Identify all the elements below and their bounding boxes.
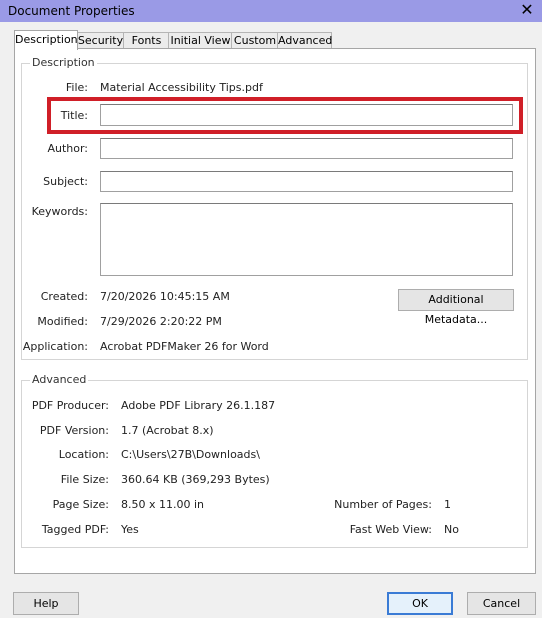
file-label: File: <box>65 81 88 94</box>
created-label: Created: <box>40 290 88 303</box>
fast-web-view-value: No <box>444 523 459 536</box>
application-value: Acrobat PDFMaker 26 for Word <box>100 340 269 353</box>
number-of-pages-label: Number of Pages: <box>334 498 432 511</box>
fast-web-view-label: Fast Web View: <box>349 523 432 536</box>
advanced-group-label: Advanced <box>30 373 89 386</box>
subject-label: Subject: <box>43 175 88 188</box>
help-button[interactable]: Help <box>13 592 79 615</box>
cancel-button[interactable]: Cancel <box>467 592 536 615</box>
description-group: Description File: Material Accessibility… <box>21 56 528 360</box>
keywords-field[interactable] <box>100 203 513 276</box>
keywords-label: Keywords: <box>31 205 88 218</box>
pdf-version-value: 1.7 (Acrobat 8.x) <box>121 424 214 437</box>
file-size-value: 360.64 KB (369,293 Bytes) <box>121 473 270 486</box>
tab-fonts[interactable]: Fonts <box>123 32 170 49</box>
tab-security[interactable]: Security <box>76 32 125 49</box>
window-title: Document Properties <box>8 4 135 18</box>
tagged-pdf-value: Yes <box>121 523 139 536</box>
location-label: Location: <box>58 448 109 461</box>
description-tab-panel: Description File: Material Accessibility… <box>14 48 536 574</box>
tagged-pdf-label: Tagged PDF: <box>41 523 109 536</box>
ok-button[interactable]: OK <box>387 592 453 615</box>
modified-label: Modified: <box>37 315 88 328</box>
tab-advanced[interactable]: Advanced <box>277 32 332 49</box>
file-value: Material Accessibility Tips.pdf <box>100 81 263 94</box>
pdf-version-label: PDF Version: <box>39 424 109 437</box>
modified-value: 7/29/2026 2:20:22 PM <box>100 315 222 328</box>
pdf-producer-value: Adobe PDF Library 26.1.187 <box>121 399 276 412</box>
tab-custom[interactable]: Custom <box>231 32 279 49</box>
close-icon[interactable]: ✕ <box>516 0 538 22</box>
additional-metadata-button[interactable]: Additional Metadata... <box>398 289 514 326</box>
tab-initial-view[interactable]: Initial View <box>168 32 233 49</box>
file-size-label: File Size: <box>60 473 109 486</box>
title-label: Title: <box>60 109 88 122</box>
application-label: Application: <box>22 340 88 353</box>
title-bar: Document Properties ✕ <box>0 0 542 22</box>
author-field[interactable] <box>100 138 513 159</box>
advanced-group: Advanced PDF Producer: Adobe PDF Library… <box>21 373 528 548</box>
created-value: 7/20/2026 10:45:15 AM <box>100 290 230 303</box>
number-of-pages-value: 1 <box>444 498 451 511</box>
page-size-label: Page Size: <box>52 498 109 511</box>
tab-description[interactable]: Description <box>14 30 78 50</box>
author-label: Author: <box>47 142 88 155</box>
pdf-producer-label: PDF Producer: <box>31 399 109 412</box>
description-group-label: Description <box>30 56 97 69</box>
location-value: C:\Users\27B\Downloads\ <box>121 448 260 461</box>
subject-field[interactable] <box>100 171 513 192</box>
title-field[interactable] <box>100 104 513 126</box>
page-size-value: 8.50 x 11.00 in <box>121 498 205 511</box>
